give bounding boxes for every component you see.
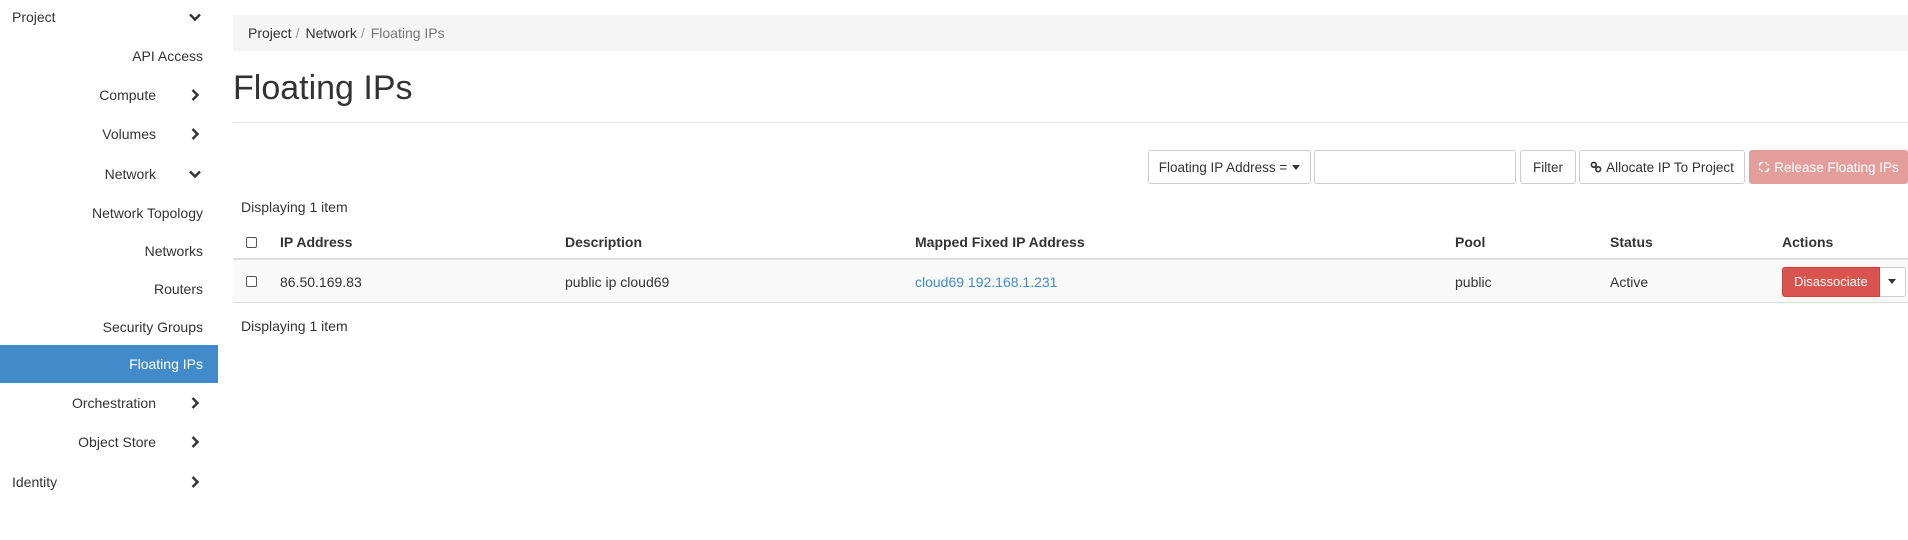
chevron-down-icon: [187, 9, 203, 25]
chevron-down-icon: [187, 166, 203, 182]
sidebar-item-label: Orchestration: [71, 395, 156, 411]
release-floating-ips-button[interactable]: Release Floating IPs: [1749, 150, 1908, 184]
chevron-right-icon: [187, 87, 203, 103]
row-actions: Disassociate: [1782, 261, 1906, 302]
sidebar-item-networks[interactable]: Networks: [0, 232, 218, 270]
allocate-ip-button[interactable]: Allocate IP To Project: [1579, 150, 1745, 184]
filter-field-select[interactable]: Floating IP Address =: [1148, 150, 1311, 184]
sidebar-item-label: Project: [12, 9, 56, 25]
filter-input[interactable]: [1314, 150, 1516, 184]
breadcrumb-current: Floating IPs: [370, 25, 445, 41]
mapped-ip-link[interactable]: cloud69 192.168.1.231: [915, 274, 1057, 290]
row-checkbox[interactable]: [246, 276, 257, 287]
sidebar-item-security-groups[interactable]: Security Groups: [0, 308, 218, 346]
item-count-bottom: Displaying 1 item: [241, 318, 348, 334]
pool-cell: public: [1455, 273, 1492, 290]
caret-down-icon: [1292, 164, 1301, 170]
chevron-right-icon: [187, 434, 203, 450]
sidebar-item-label: Volumes: [102, 126, 156, 142]
filter-button-label: Filter: [1533, 159, 1563, 175]
sidebar-item-label: API Access: [132, 48, 203, 64]
filter-button[interactable]: Filter: [1520, 150, 1576, 184]
sidebar-item-orchestration[interactable]: Orchestration: [0, 384, 218, 422]
breadcrumb-link-project[interactable]: Project: [248, 25, 292, 41]
breadcrumb-separator: /: [360, 25, 365, 41]
sidebar-item-label: Network: [104, 166, 156, 182]
sidebar-item-label: Networks: [144, 243, 203, 259]
sidebar-item-label: Object Store: [78, 434, 156, 450]
sidebar-item-network-topology[interactable]: Network Topology: [0, 194, 218, 232]
description-cell: public ip cloud69: [565, 273, 670, 290]
ip-address-cell: 86.50.169.83: [280, 273, 362, 290]
unlink-icon: [1758, 161, 1770, 173]
column-header-ip[interactable]: IP Address: [280, 226, 352, 258]
sidebar-item-network[interactable]: Network: [0, 155, 218, 193]
column-header-mapped[interactable]: Mapped Fixed IP Address: [915, 226, 1085, 258]
release-floating-ips-label: Release Floating IPs: [1774, 159, 1899, 175]
table-header: IP Address Description Mapped Fixed IP A…: [233, 226, 1908, 260]
column-header-pool[interactable]: Pool: [1455, 226, 1485, 258]
breadcrumb-separator: /: [295, 25, 300, 41]
sidebar-item-routers[interactable]: Routers: [0, 270, 218, 308]
column-header-actions: Actions: [1782, 234, 1834, 250]
item-count-top: Displaying 1 item: [241, 199, 348, 215]
chevron-right-icon: [187, 395, 203, 411]
disassociate-button[interactable]: Disassociate: [1782, 266, 1880, 297]
sidebar-item-api-access[interactable]: API Access: [0, 37, 218, 75]
sidebar-item-label: Network Topology: [91, 205, 203, 221]
sidebar-item-label: Identity: [12, 474, 58, 490]
sidebar-item-compute[interactable]: Compute: [0, 76, 218, 114]
sidebar-item-identity[interactable]: Identity: [0, 463, 218, 501]
status-cell: Active: [1610, 273, 1649, 290]
breadcrumb-link-network[interactable]: Network: [305, 25, 356, 41]
disassociate-label: Disassociate: [1794, 274, 1868, 289]
sidebar-item-volumes[interactable]: Volumes: [0, 115, 218, 153]
page-title: Floating IPs: [233, 69, 413, 107]
sidebar-item-project[interactable]: Project: [0, 0, 218, 36]
sidebar: Project API Access Compute Volumes Netwo…: [0, 0, 218, 540]
row-actions-dropdown-toggle[interactable]: [1879, 266, 1906, 297]
table-row: 86.50.169.83 public ip cloud69 cloud69 1…: [233, 261, 1908, 303]
sidebar-item-label: Compute: [99, 87, 156, 103]
chevron-right-icon: [187, 474, 203, 490]
chevron-right-icon: [187, 126, 203, 142]
link-icon: [1590, 161, 1602, 173]
filter-field-label: Floating IP Address =: [1158, 159, 1288, 175]
divider: [233, 122, 1908, 123]
allocate-ip-label: Allocate IP To Project: [1606, 159, 1734, 175]
column-header-status[interactable]: Status: [1610, 226, 1653, 258]
column-header-description[interactable]: Description: [565, 226, 642, 258]
sidebar-item-label: Routers: [153, 281, 203, 297]
caret-down-icon: [1888, 279, 1897, 284]
sidebar-item-label: Floating IPs: [129, 356, 203, 372]
select-all-checkbox[interactable]: [246, 236, 257, 248]
sidebar-item-label: Security Groups: [102, 319, 203, 335]
breadcrumb: Project / Network / Floating IPs: [233, 15, 1908, 51]
sidebar-item-object-store[interactable]: Object Store: [0, 423, 218, 461]
sidebar-item-floating-ips[interactable]: Floating IPs: [0, 345, 218, 383]
